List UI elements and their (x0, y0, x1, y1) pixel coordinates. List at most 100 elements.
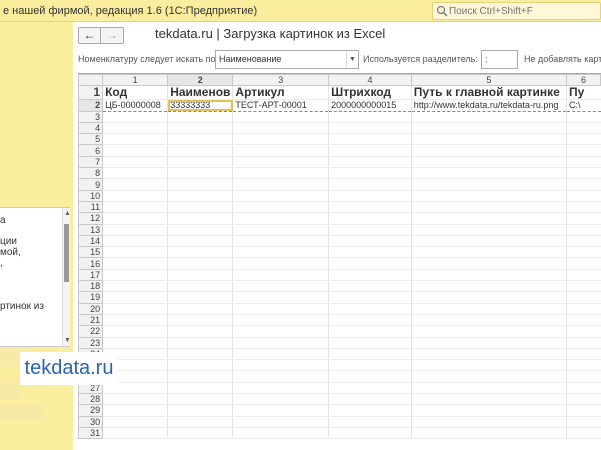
section-item[interactable]: ртинок из (0, 301, 44, 312)
table-cell[interactable] (167, 201, 233, 214)
table-cell[interactable] (167, 416, 233, 428)
table-cell[interactable]: 2000000000015 (328, 99, 412, 112)
table-cell[interactable] (167, 337, 233, 349)
table-cell[interactable] (102, 190, 168, 202)
table-cell[interactable]: Код (102, 85, 168, 101)
row-number[interactable]: 13 (78, 223, 104, 236)
table-cell[interactable] (566, 133, 601, 146)
table-cell[interactable] (167, 246, 233, 259)
table-cell[interactable] (232, 325, 329, 338)
table-cell[interactable] (410, 144, 567, 157)
table-cell[interactable] (328, 111, 412, 123)
table-cell[interactable] (566, 167, 601, 180)
table-cell[interactable] (102, 235, 168, 248)
table-cell[interactable] (102, 178, 168, 191)
table-cell[interactable] (232, 314, 329, 327)
row-number[interactable]: 17 (78, 268, 104, 282)
table-cell[interactable] (167, 167, 233, 180)
table-cell[interactable] (566, 325, 601, 338)
row-number[interactable]: 16 (78, 257, 104, 270)
table-cell[interactable] (102, 314, 168, 327)
table-cell[interactable] (328, 144, 412, 157)
table-cell[interactable] (232, 190, 329, 202)
table-cell[interactable] (566, 190, 601, 202)
section-item[interactable]: , (0, 258, 3, 269)
row-number[interactable]: 10 (78, 189, 104, 202)
row-number[interactable]: 23 (78, 336, 104, 349)
search-by-select[interactable]: Наименование ▼ (215, 50, 359, 69)
table-cell[interactable] (328, 314, 412, 327)
table-cell[interactable] (232, 111, 329, 123)
table-cell[interactable] (167, 393, 233, 406)
table-cell[interactable] (232, 303, 329, 315)
table-cell[interactable] (232, 404, 329, 417)
table-cell[interactable] (167, 382, 233, 395)
row-number[interactable]: 7 (78, 155, 104, 169)
table-cell[interactable] (102, 269, 168, 282)
table-cell[interactable] (232, 235, 329, 248)
table-cell[interactable] (410, 337, 567, 349)
table-cell[interactable] (410, 257, 567, 270)
table-cell[interactable] (328, 257, 412, 270)
table-cell[interactable] (102, 337, 168, 349)
table-cell[interactable]: Артикул (232, 85, 329, 101)
table-cell[interactable] (232, 212, 329, 225)
table-cell[interactable] (328, 416, 412, 428)
table-cell[interactable] (328, 212, 412, 225)
table-cell[interactable] (167, 348, 233, 361)
table-cell[interactable]: ЦБ-00000008 (102, 99, 168, 112)
table-cell[interactable] (410, 111, 567, 123)
table-cell[interactable] (102, 325, 168, 338)
row-number[interactable]: 11 (78, 200, 104, 214)
table-cell[interactable] (102, 212, 168, 225)
table-cell[interactable] (410, 190, 567, 202)
table-cell[interactable] (410, 314, 567, 327)
table-cell[interactable]: Пу (566, 85, 601, 101)
table-cell[interactable] (328, 382, 412, 395)
row-number[interactable]: 29 (78, 404, 104, 417)
row-number[interactable]: 31 (78, 426, 104, 440)
table-cell[interactable] (102, 144, 168, 157)
table-cell[interactable] (566, 257, 601, 270)
table-cell[interactable] (566, 156, 601, 169)
forward-button[interactable]: → (101, 27, 124, 44)
table-cell[interactable] (410, 201, 567, 214)
table-cell[interactable] (167, 133, 233, 146)
table-cell[interactable] (328, 325, 412, 338)
table-cell[interactable] (102, 303, 168, 315)
column-number[interactable]: 1 (102, 74, 169, 87)
table-cell[interactable] (167, 404, 233, 417)
table-cell[interactable] (410, 246, 567, 259)
column-number[interactable]: 4 (328, 74, 412, 87)
table-cell[interactable] (328, 235, 412, 248)
row-number[interactable]: 19 (78, 291, 104, 304)
table-cell[interactable] (328, 269, 412, 282)
row-number[interactable]: 6 (78, 144, 104, 157)
table-cell[interactable] (410, 359, 567, 372)
table-cell[interactable]: Путь к главной картинке (410, 85, 567, 101)
back-button[interactable]: ← (78, 27, 101, 44)
table-cell[interactable] (232, 393, 329, 406)
row-number[interactable]: 8 (78, 167, 104, 180)
table-cell[interactable] (328, 246, 412, 259)
table-cell[interactable] (410, 167, 567, 180)
table-cell[interactable] (328, 427, 412, 440)
table-cell[interactable] (102, 291, 168, 304)
table-cell[interactable] (566, 337, 601, 349)
table-cell[interactable] (328, 393, 412, 406)
table-cell[interactable] (410, 393, 567, 406)
section-item[interactable]: мой, (0, 247, 21, 258)
table-cell[interactable] (410, 303, 567, 315)
table-cell[interactable] (566, 404, 601, 417)
table-cell[interactable] (566, 291, 601, 304)
table-cell[interactable] (328, 359, 412, 372)
table-cell[interactable] (102, 416, 168, 428)
table-cell[interactable] (232, 144, 329, 157)
row-number[interactable]: 9 (78, 178, 104, 191)
table-cell[interactable] (410, 348, 567, 361)
table-cell[interactable] (167, 224, 233, 236)
table-cell[interactable] (167, 427, 233, 440)
table-cell[interactable] (102, 167, 168, 180)
table-cell[interactable] (328, 337, 412, 349)
table-cell[interactable] (566, 427, 601, 440)
